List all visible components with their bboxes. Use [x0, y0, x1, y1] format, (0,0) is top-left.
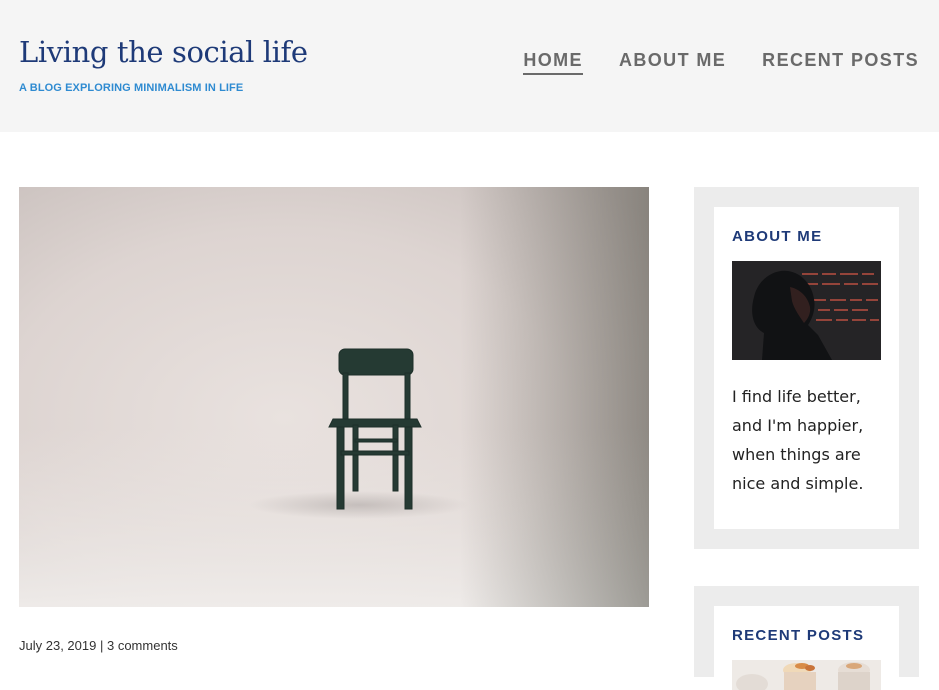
recent-posts-widget: RECENT POSTS	[694, 586, 919, 690]
about-text: I find life better, and I'm happier, whe…	[732, 387, 864, 493]
site-tagline: A BLOG EXPLORING MINIMALISM IN LIFE	[19, 82, 244, 94]
post-date[interactable]: July 23, 2019	[19, 638, 96, 653]
nav-recent-posts[interactable]: RECENT POSTS	[762, 49, 919, 73]
main-nav: HOME ABOUT ME RECENT POSTS	[523, 49, 919, 75]
portrait-photo	[732, 261, 881, 360]
post-comments-link[interactable]: 3 comments	[107, 638, 178, 653]
site-header: Living the social life A BLOG EXPLORING …	[0, 0, 939, 132]
food-photo	[732, 660, 881, 690]
recent-post-thumbnail[interactable]	[732, 660, 881, 690]
about-photo	[732, 261, 881, 360]
about-me-widget: ABOUT ME I find life better, and I'm hap…	[694, 187, 919, 549]
site-title[interactable]: Living the social life	[19, 33, 308, 71]
meta-separator: |	[99, 638, 104, 653]
about-me-card: ABOUT ME I find life better, and I'm hap…	[714, 207, 899, 529]
about-me-title: ABOUT ME	[732, 228, 823, 245]
recent-posts-title: RECENT POSTS	[732, 627, 865, 644]
recent-posts-card: RECENT POSTS	[714, 606, 899, 690]
nav-about-me[interactable]: ABOUT ME	[619, 49, 726, 73]
nav-home[interactable]: HOME	[523, 49, 583, 75]
post-featured-image[interactable]	[19, 187, 649, 607]
chair-photo	[19, 187, 649, 607]
post-meta: July 23, 2019 | 3 comments	[19, 638, 178, 654]
